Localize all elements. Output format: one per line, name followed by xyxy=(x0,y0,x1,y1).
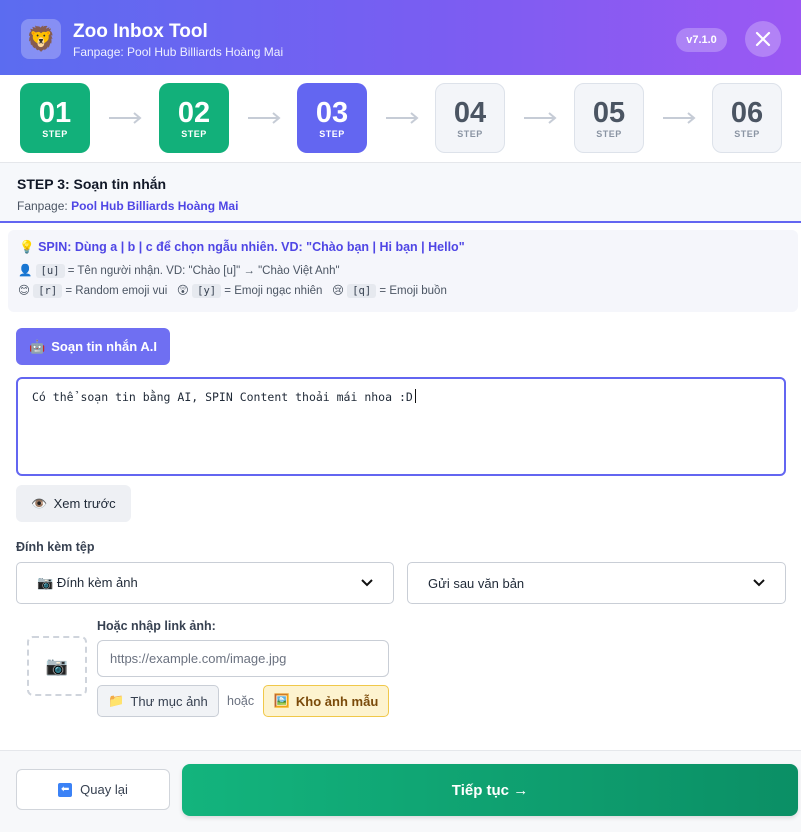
section-title: STEP 3: Soạn tin nhắn xyxy=(17,176,167,192)
step-label: STEP xyxy=(457,128,483,139)
step-number: 03 xyxy=(315,96,349,129)
arrow-right-icon xyxy=(386,112,419,124)
close-button[interactable] xyxy=(745,21,781,57)
smile-emoji-icon: 😊 xyxy=(18,285,30,297)
section-header: STEP 3: Soạn tin nhắn Fanpage: Pool Hub … xyxy=(0,162,801,223)
continue-button[interactable]: Tiếp tục → xyxy=(182,764,798,816)
continue-label: Tiếp tục → xyxy=(451,781,529,799)
step-label: STEP xyxy=(319,128,345,139)
camera-icon: 📷 xyxy=(45,655,69,676)
placeholder-help-emoji: 😊 [r] = Random emoji vui 😲 [y] = Emoji n… xyxy=(18,283,447,298)
fanpage-prefix: Fanpage: xyxy=(17,199,68,213)
step-1[interactable]: 01 STEP xyxy=(20,83,90,153)
back-button[interactable]: ⬅ Quay lại xyxy=(16,769,170,810)
placeholder-code: [q] xyxy=(347,284,377,298)
preview-label: Xem trước xyxy=(53,496,116,511)
sample-gallery-button[interactable]: 🖼️ Kho ảnh mẫu xyxy=(263,685,389,717)
text-cursor xyxy=(414,389,416,403)
surprised-emoji-icon: 😲 xyxy=(176,285,189,297)
ai-compose-label: Soạn tin nhắn A.I xyxy=(51,339,157,354)
step-4[interactable]: 04 STEP xyxy=(435,83,505,153)
app-header: 🦁 Zoo Inbox Tool Fanpage: Pool Hub Billi… xyxy=(0,0,801,75)
arrow-right-icon xyxy=(524,112,557,124)
app-title: Zoo Inbox Tool xyxy=(73,21,208,42)
sample-gallery-label: Kho ảnh mẫu xyxy=(295,693,379,709)
fanpage-name: Pool Hub Billiards Hoàng Mai xyxy=(71,199,239,213)
spin-help-text: SPIN: Dùng a | b | c để chọn ngẫu nhiên.… xyxy=(38,240,465,254)
attachment-type-select[interactable]: 📷 Đính kèm ảnh xyxy=(16,562,394,604)
step-number: 01 xyxy=(38,96,72,129)
back-arrow-icon: ⬅ xyxy=(58,782,73,797)
step-number: 05 xyxy=(592,96,626,129)
or-text: hoặc xyxy=(227,694,255,708)
chevron-down-icon xyxy=(361,579,373,587)
step-3[interactable]: 03 STEP xyxy=(297,83,367,153)
step-2[interactable]: 02 STEP xyxy=(159,83,229,153)
message-text: Có thể soạn tin bằng AI, SPIN Content th… xyxy=(32,390,413,404)
attachment-type-value: 📷 Đính kèm ảnh xyxy=(37,575,138,591)
placeholder-desc: = Emoji buồn xyxy=(379,285,447,297)
send-order-select[interactable]: Gửi sau văn bản xyxy=(407,562,786,604)
section-fanpage: Fanpage: Pool Hub Billiards Hoàng Mai xyxy=(17,199,238,213)
lightbulb-icon: 💡 xyxy=(19,240,35,254)
stepper: 01 STEP 02 STEP 03 STEP 04 STEP 05 STEP … xyxy=(0,75,801,162)
message-textarea[interactable]: Có thể soạn tin bằng AI, SPIN Content th… xyxy=(16,377,786,476)
camera-icon: 📷 xyxy=(37,575,54,590)
step-5[interactable]: 05 STEP xyxy=(574,83,644,153)
robot-icon: 🤖 xyxy=(29,338,46,354)
step-number: 02 xyxy=(177,96,211,129)
placeholder-desc: = Emoji ngạc nhiên xyxy=(224,285,323,297)
chevron-down-icon xyxy=(753,579,765,587)
step-number: 04 xyxy=(453,96,487,129)
placeholder-code: [y] xyxy=(192,284,222,298)
version-badge: v7.1.0 xyxy=(676,28,727,52)
image-folder-button[interactable]: 📁 Thư mục ảnh xyxy=(97,685,219,717)
step-label: STEP xyxy=(181,128,207,139)
step-label: STEP xyxy=(596,128,622,139)
user-icon: 👤 xyxy=(18,265,33,277)
image-preview-placeholder[interactable]: 📷 xyxy=(27,636,87,696)
step-number: 06 xyxy=(730,96,764,129)
arrow-right-icon xyxy=(663,112,696,124)
footer: ⬅ Quay lại Tiếp tục → xyxy=(0,750,801,832)
image-folder-label: Thư mục ảnh xyxy=(130,693,208,709)
close-icon xyxy=(755,31,771,47)
image-link-label: Hoặc nhập link ảnh: xyxy=(97,619,216,633)
placeholder-help-name: 👤 [u] = Tên người nhận. VD: "Chào [u]" →… xyxy=(18,263,340,278)
step-6[interactable]: 06 STEP xyxy=(712,83,782,153)
attachment-label: Đính kèm tệp xyxy=(16,540,95,554)
placeholder-code: [r] xyxy=(33,284,63,298)
step-label: STEP xyxy=(734,128,760,139)
sad-emoji-icon: 😢 xyxy=(332,285,345,297)
arrow-right-icon xyxy=(109,112,142,124)
placeholder-desc: = Random emoji vui xyxy=(65,285,168,297)
eye-icon: 👁️ xyxy=(31,495,48,511)
image-link-input[interactable] xyxy=(97,640,389,677)
arrow-right-icon xyxy=(248,112,281,124)
step-label: STEP xyxy=(42,128,68,139)
ai-compose-button[interactable]: 🤖 Soạn tin nhắn A.I xyxy=(16,328,170,365)
picture-icon: 🖼️ xyxy=(273,693,290,708)
preview-button[interactable]: 👁️ Xem trước xyxy=(16,485,131,522)
spin-help-line: 💡 SPIN: Dùng a | b | c để chọn ngẫu nhiê… xyxy=(19,240,465,255)
spin-help-box: 💡 SPIN: Dùng a | b | c để chọn ngẫu nhiê… xyxy=(8,230,798,312)
attachment-type-text: Đính kèm ảnh xyxy=(56,575,138,590)
lion-face-icon: 🦁 xyxy=(21,19,61,59)
placeholder-code: [u] xyxy=(35,264,65,278)
back-label: Quay lại xyxy=(80,782,128,797)
placeholder-desc: = Tên người nhận. VD: "Chào [u]" → "Chào… xyxy=(67,265,340,277)
app-subtitle: Fanpage: Pool Hub Billiards Hoàng Mai xyxy=(73,45,284,59)
send-order-value: Gửi sau văn bản xyxy=(428,575,525,591)
folder-icon: 📁 xyxy=(108,693,125,708)
